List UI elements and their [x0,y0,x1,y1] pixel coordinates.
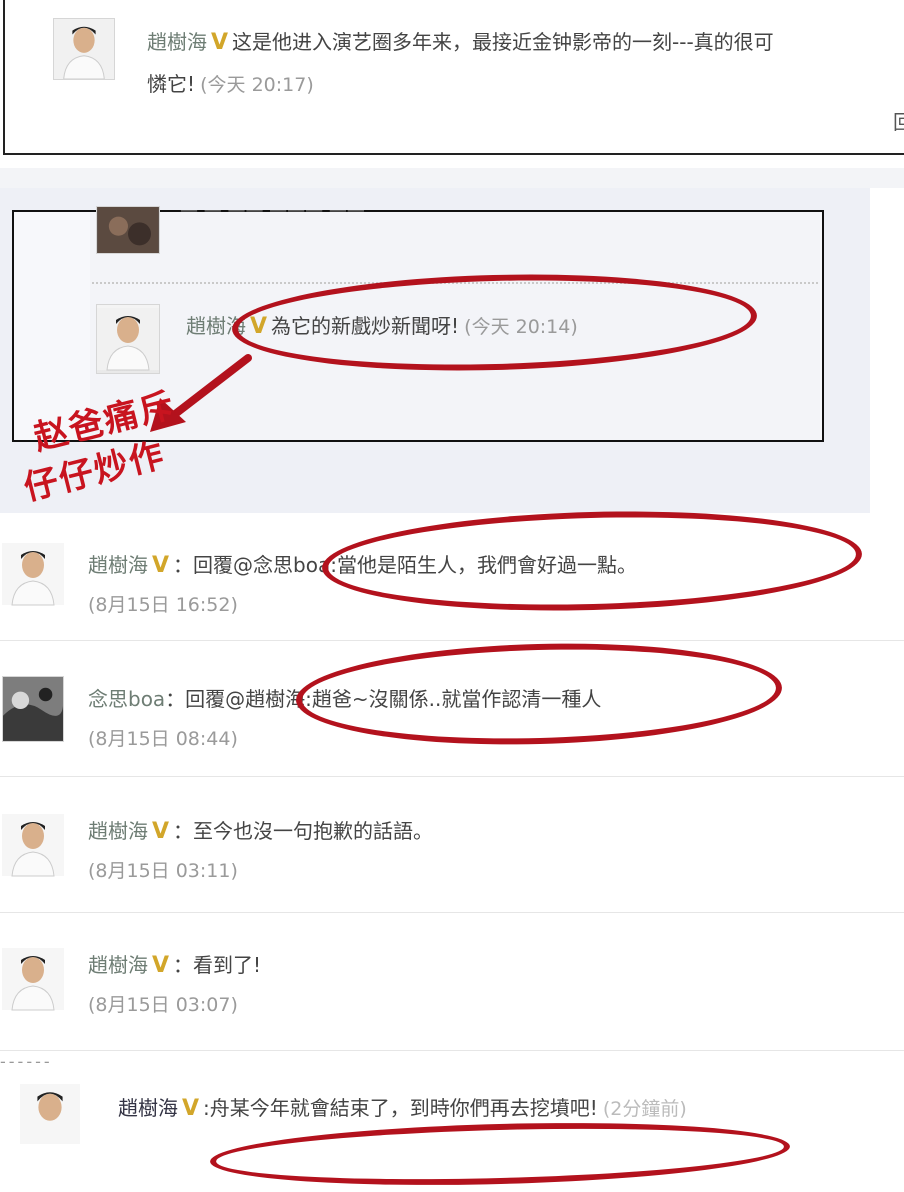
user-name-link[interactable]: 趙樹海 [88,953,148,977]
person-avatar-icon [2,948,64,1011]
section-gap [0,168,904,188]
message-text: 这是他进入演艺圈多年来，最接近金钟影帝的一刻---真的很可 [232,30,774,54]
message-text: 憐它! [147,72,196,96]
avatar[interactable] [2,538,64,610]
photo-avatar-icon [3,677,63,741]
user-name-link[interactable]: 趙樹海 [88,819,148,843]
photo-avatar-icon [97,207,159,253]
avatar[interactable] [53,18,115,80]
avatar[interactable] [2,942,64,1016]
timestamp: (8月15日 16:52) [88,594,238,616]
person-avatar-icon [2,543,64,606]
avatar[interactable] [96,206,160,254]
annotation-oval [294,637,784,751]
person-avatar-icon [54,19,114,79]
annotation-oval [320,504,864,618]
person-avatar-icon [20,1084,80,1144]
verified-badge-icon: V [152,819,170,844]
verified-badge-icon: V [182,1096,200,1121]
comment-text: ：看到了! [173,953,262,977]
divider [0,912,904,913]
user-name-link[interactable]: 念思boa [88,687,165,711]
verified-badge-icon: V [152,553,170,578]
avatar[interactable] [2,676,64,742]
blurred-comment-text: — — —— ——— —— [180,200,365,221]
user-name-link[interactable]: 趙樹海 [147,30,207,54]
divider [0,1050,904,1051]
message-text: :舟某今年就會結束了，到時你們再去挖墳吧! [203,1096,598,1120]
avatar[interactable] [14,1084,86,1144]
verified-badge-icon: V [152,953,170,978]
verified-badge-icon: V [211,30,229,55]
comment-text: ：至今也沒一句抱歉的話語。 [173,819,434,843]
divider [0,776,904,777]
timestamp: (8月15日 08:44) [88,728,238,750]
person-avatar-icon [2,814,64,877]
user-name-link[interactable]: 趙樹海 [118,1096,178,1120]
divider [0,640,904,641]
reply-link[interactable]: 回 [893,106,904,135]
dashed-divider: ------ [0,1052,53,1071]
user-name-link[interactable]: 趙樹海 [88,553,148,577]
timestamp: (8月15日 03:07) [88,994,238,1016]
timestamp: (8月15日 03:11) [88,860,238,882]
timestamp: (今天 20:17) [200,74,314,96]
top-card: 趙樹海 V 这是他进入演艺圈多年来，最接近金钟影帝的一刻---真的很可 憐它! (今… [3,0,904,155]
timestamp: (2分鐘前) [602,1098,687,1120]
avatar[interactable] [2,808,64,882]
